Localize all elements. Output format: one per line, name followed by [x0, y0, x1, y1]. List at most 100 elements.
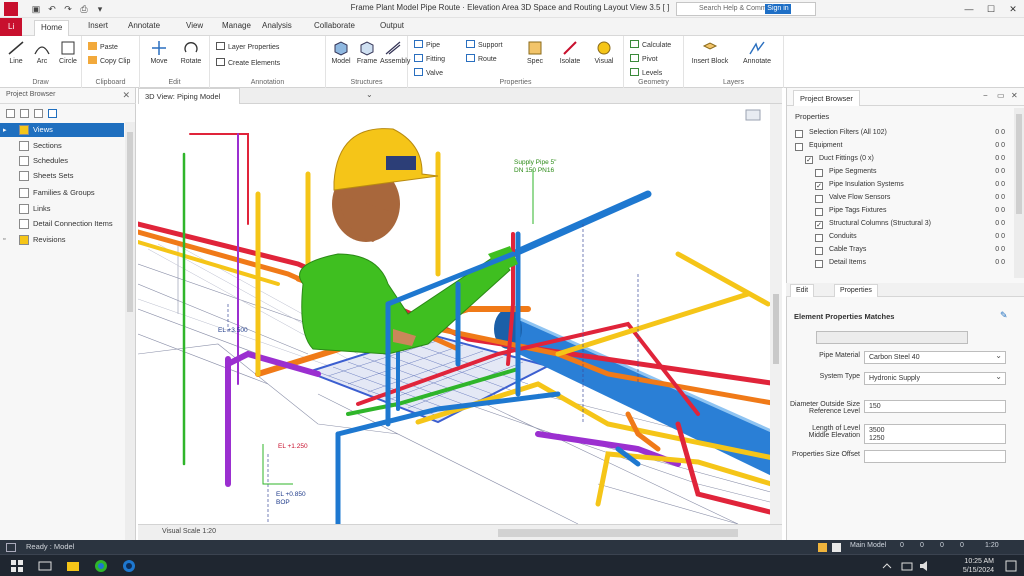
- print-icon[interactable]: ⎙: [78, 3, 90, 15]
- browser-icon[interactable]: [94, 559, 108, 573]
- selection-filter-item[interactable]: ✓ Pipe Insulation Systems 0 0: [787, 180, 1013, 193]
- close-panel-icon[interactable]: ✕: [1011, 91, 1018, 100]
- checkbox-icon[interactable]: [815, 195, 823, 203]
- copy-clip-button[interactable]: Copy Clip: [88, 56, 130, 65]
- project-browser-scrollbar[interactable]: [125, 122, 135, 540]
- scrollbar-thumb[interactable]: [773, 294, 779, 364]
- layer-annotate-button[interactable]: Annotate: [734, 40, 780, 65]
- checkbox-icon[interactable]: [795, 143, 803, 151]
- selection-filter-item[interactable]: Conduits 0 0: [787, 232, 1013, 245]
- viewport-horizontal-scrollbar[interactable]: [498, 529, 738, 537]
- support-button[interactable]: Support: [466, 40, 503, 49]
- minimize-button[interactable]: —: [960, 2, 978, 16]
- collapse-all-icon[interactable]: [20, 109, 29, 118]
- line-button[interactable]: Line: [4, 40, 28, 65]
- scrollbar-thumb[interactable]: [1016, 114, 1022, 214]
- paste-button[interactable]: Paste: [88, 42, 118, 51]
- rotate-button[interactable]: Rotate: [176, 40, 206, 65]
- checkbox-icon[interactable]: [815, 247, 823, 255]
- taskbar-clock[interactable]: 10:25 AM 5/15/2024: [963, 557, 994, 575]
- ribbon-tab-collaborate[interactable]: Collaborate: [314, 21, 355, 35]
- task-view-icon[interactable]: [38, 559, 52, 573]
- viewport-vertical-scrollbar[interactable]: [770, 104, 782, 524]
- selection-filter-item[interactable]: Valve Flow Sensors 0 0: [787, 193, 1013, 206]
- ribbon-tab-analysis[interactable]: Analysis: [262, 21, 292, 35]
- property-field[interactable]: [864, 450, 1006, 463]
- close-icon[interactable]: ✕: [122, 90, 130, 101]
- status-scale[interactable]: 1:20: [985, 542, 999, 549]
- checkbox-icon[interactable]: [815, 208, 823, 216]
- maximize-button[interactable]: ☐: [982, 2, 1000, 16]
- fitting-button[interactable]: Fitting: [414, 54, 445, 63]
- ribbon-tab-insert[interactable]: Insert: [88, 21, 108, 35]
- selection-filter-item[interactable]: Detail Items 0 0: [787, 258, 1013, 271]
- expand-all-icon[interactable]: [6, 109, 15, 118]
- view-tab[interactable]: 3D View: Piping Model: [138, 88, 240, 104]
- property-field[interactable]: [816, 331, 968, 344]
- network-icon[interactable]: [900, 559, 914, 573]
- ribbon-tab-home[interactable]: Home: [34, 20, 70, 36]
- create-elements-button[interactable]: Create Elements: [216, 58, 280, 67]
- help-search-box[interactable]: Search Help & Commands Sign in: [676, 2, 816, 16]
- tree-item-sheets[interactable]: Sheets Sets: [0, 169, 124, 183]
- edit-type-icon[interactable]: ✎: [1000, 310, 1008, 321]
- checkbox-icon[interactable]: [815, 234, 823, 242]
- frame-button[interactable]: Frame: [354, 40, 380, 65]
- checkbox-checked-icon[interactable]: ✓: [815, 221, 823, 229]
- viewcube[interactable]: [745, 109, 761, 121]
- redo-icon[interactable]: ↷: [62, 3, 74, 15]
- spec-button[interactable]: Spec: [518, 40, 552, 65]
- isolate-button[interactable]: Isolate: [554, 40, 586, 65]
- move-button[interactable]: Move: [144, 40, 174, 65]
- tree-item-sections[interactable]: Sections: [0, 139, 124, 153]
- checkbox-icon[interactable]: [815, 169, 823, 177]
- dock-panel-icon[interactable]: ▭: [997, 91, 1005, 100]
- checkbox-icon[interactable]: [795, 130, 803, 138]
- arc-button[interactable]: Arc: [30, 40, 54, 65]
- save-icon[interactable]: ▣: [30, 3, 42, 15]
- property-field[interactable]: 150: [864, 400, 1006, 413]
- property-field[interactable]: 3500 1250: [864, 424, 1006, 444]
- selection-filter-item[interactable]: Selection Filters (All 102) 0 0: [787, 128, 1013, 141]
- close-button[interactable]: ✕: [1004, 2, 1022, 16]
- assembly-button[interactable]: Assembly: [380, 40, 410, 65]
- property-dropdown[interactable]: Carbon Steel 40: [864, 351, 1006, 364]
- selection-filter-item[interactable]: Equipment 0 0: [787, 141, 1013, 154]
- ribbon-tab-file[interactable]: Li: [0, 18, 23, 36]
- properties-tab-edit[interactable]: Edit: [790, 284, 815, 297]
- selection-filter-item[interactable]: Cable Trays 0 0: [787, 245, 1013, 258]
- 3d-viewport[interactable]: Supply Pipe 5" DN 150 PN16 EL +3.500 EL +…: [138, 104, 782, 524]
- checkbox-checked-icon[interactable]: ✓: [805, 156, 813, 164]
- search-icon[interactable]: [48, 109, 57, 118]
- right-panel-scrollbar[interactable]: [1014, 108, 1024, 278]
- pipe-button[interactable]: Pipe: [414, 40, 440, 49]
- ribbon-tab-manage[interactable]: Manage: [222, 21, 251, 35]
- selection-filter-item[interactable]: ✓ Duct Fittings (0 x) 0 0: [787, 154, 1013, 167]
- tree-item-views[interactable]: ▸ Views: [0, 123, 124, 137]
- selection-filter-item[interactable]: ✓ Structural Columns (Structural 3) 0 0: [787, 219, 1013, 232]
- collapse-arrow-icon[interactable]: ▸: [3, 126, 7, 134]
- pivot-button[interactable]: Pivot: [630, 54, 658, 63]
- checkbox-checked-icon[interactable]: ✓: [815, 182, 823, 190]
- app-logo[interactable]: [4, 2, 18, 16]
- start-menu-icon[interactable]: [10, 559, 24, 573]
- system-tray-chevron-icon[interactable]: [880, 559, 894, 573]
- cad-app-icon[interactable]: [122, 559, 136, 573]
- tree-item-schedules[interactable]: Schedules: [0, 154, 124, 168]
- ribbon-tab-annotate[interactable]: Annotate: [128, 21, 160, 35]
- tree-item-detail-items[interactable]: Detail Connection Items: [0, 217, 124, 231]
- tree-item-families[interactable]: Families & Groups: [0, 186, 124, 200]
- scrollbar-thumb[interactable]: [127, 132, 133, 312]
- volume-icon[interactable]: [918, 559, 932, 573]
- valve-button[interactable]: Valve: [414, 68, 443, 77]
- property-dropdown[interactable]: Hydronic Supply: [864, 372, 1006, 385]
- tree-item-revisions[interactable]: ▫ Revisions: [0, 233, 124, 247]
- qat-dropdown-icon[interactable]: ▾: [94, 3, 106, 15]
- undo-icon[interactable]: ↶: [46, 3, 58, 15]
- ribbon-tab-output[interactable]: Output: [380, 21, 404, 35]
- ribbon-tab-view[interactable]: View: [186, 21, 203, 35]
- file-explorer-icon[interactable]: [66, 559, 80, 573]
- properties-tab-properties[interactable]: Properties: [834, 284, 878, 297]
- circle-button[interactable]: Circle: [56, 40, 80, 65]
- visual-button[interactable]: Visual: [588, 40, 620, 65]
